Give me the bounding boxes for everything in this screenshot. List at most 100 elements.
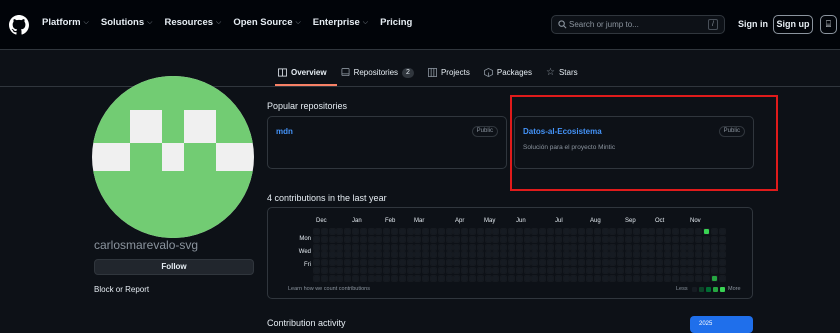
- contribution-day[interactable]: [492, 251, 500, 259]
- contribution-day[interactable]: [414, 251, 422, 259]
- contribution-day[interactable]: [617, 267, 625, 274]
- contribution-day[interactable]: [648, 228, 656, 235]
- contribution-day[interactable]: [336, 228, 344, 235]
- contribution-day[interactable]: [484, 267, 492, 274]
- contribution-day[interactable]: [461, 267, 469, 274]
- nav-pricing[interactable]: Pricing: [380, 17, 412, 28]
- contribution-day[interactable]: [476, 235, 484, 243]
- contribution-day[interactable]: [656, 228, 664, 235]
- contribution-day[interactable]: [414, 243, 422, 251]
- contribution-day[interactable]: [648, 259, 656, 267]
- contribution-day[interactable]: [344, 274, 352, 282]
- contribution-day[interactable]: [679, 267, 687, 274]
- contribution-day[interactable]: [515, 259, 523, 267]
- contribution-day[interactable]: [656, 274, 664, 282]
- contribution-day[interactable]: [640, 235, 648, 243]
- contribution-day[interactable]: [578, 267, 586, 274]
- contribution-day[interactable]: [554, 259, 562, 267]
- contribution-day[interactable]: [562, 259, 570, 267]
- contribution-day[interactable]: [703, 243, 710, 251]
- contribution-day[interactable]: [547, 235, 554, 243]
- contribution-day[interactable]: [710, 251, 718, 259]
- contribution-day[interactable]: [586, 259, 593, 267]
- contribution-day[interactable]: [578, 228, 586, 235]
- contribution-day[interactable]: [609, 228, 617, 235]
- contribution-day[interactable]: [461, 243, 469, 251]
- contribution-day[interactable]: [562, 228, 570, 235]
- contribution-day[interactable]: [344, 251, 352, 259]
- contribution-day[interactable]: [671, 235, 679, 243]
- contribution-day[interactable]: [570, 228, 578, 235]
- contribution-day[interactable]: [359, 274, 367, 282]
- contribution-day[interactable]: [547, 243, 554, 251]
- contribution-day[interactable]: [453, 251, 461, 259]
- contribution-day[interactable]: [554, 267, 562, 274]
- contribution-day[interactable]: [352, 228, 359, 235]
- contribution-day[interactable]: [320, 228, 328, 235]
- contribution-day[interactable]: [710, 235, 718, 243]
- follow-button[interactable]: Follow: [94, 259, 254, 275]
- contribution-day[interactable]: [609, 267, 617, 274]
- contribution-day[interactable]: [648, 251, 656, 259]
- contribution-day[interactable]: [609, 274, 617, 282]
- contribution-day[interactable]: [437, 267, 445, 274]
- contribution-day[interactable]: [367, 259, 375, 267]
- contribution-day[interactable]: [484, 274, 492, 282]
- contribution-day[interactable]: [515, 235, 523, 243]
- contribution-day[interactable]: [586, 228, 593, 235]
- contribution-day[interactable]: [523, 259, 531, 267]
- contribution-day[interactable]: [710, 267, 718, 274]
- contribution-day[interactable]: [500, 243, 508, 251]
- contribution-day[interactable]: [461, 259, 469, 267]
- contribution-day[interactable]: [484, 243, 492, 251]
- contribution-day[interactable]: [375, 243, 383, 251]
- contribution-day[interactable]: [578, 274, 586, 282]
- contribution-day[interactable]: [328, 243, 336, 251]
- contribution-day[interactable]: [430, 267, 437, 274]
- contribution-day[interactable]: [671, 243, 679, 251]
- contribution-day[interactable]: [328, 259, 336, 267]
- contribution-day[interactable]: [570, 259, 578, 267]
- contribution-day[interactable]: [515, 267, 523, 274]
- contribution-day[interactable]: [500, 235, 508, 243]
- contribution-day[interactable]: [648, 243, 656, 251]
- contribution-day[interactable]: [523, 267, 531, 274]
- contribution-day[interactable]: [367, 243, 375, 251]
- contribution-day[interactable]: [578, 251, 586, 259]
- contribution-day[interactable]: [632, 228, 640, 235]
- contribution-day[interactable]: [664, 228, 671, 235]
- contribution-day[interactable]: [640, 243, 648, 251]
- contribution-day[interactable]: [554, 243, 562, 251]
- contribution-day[interactable]: [617, 259, 625, 267]
- contribution-day[interactable]: [352, 274, 359, 282]
- contribution-day[interactable]: [359, 259, 367, 267]
- contribution-day[interactable]: [422, 251, 430, 259]
- contribution-day[interactable]: [383, 228, 391, 235]
- contribution-day[interactable]: [352, 251, 359, 259]
- contribution-day[interactable]: [625, 228, 632, 235]
- contribution-day[interactable]: [648, 267, 656, 274]
- contribution-day[interactable]: [710, 259, 718, 267]
- command-palette-icon[interactable]: ⌸: [820, 15, 837, 34]
- contribution-day[interactable]: [313, 274, 320, 282]
- contribution-day[interactable]: [687, 228, 695, 235]
- contribution-day[interactable]: [554, 274, 562, 282]
- contribution-day[interactable]: [445, 235, 453, 243]
- contribution-day[interactable]: [422, 267, 430, 274]
- contribution-day[interactable]: [414, 259, 422, 267]
- tab-packages[interactable]: Packages: [483, 66, 532, 79]
- avatar[interactable]: [92, 76, 254, 238]
- contribution-day[interactable]: [453, 267, 461, 274]
- contribution-day[interactable]: [445, 267, 453, 274]
- contribution-day[interactable]: [640, 274, 648, 282]
- contribution-day[interactable]: [703, 251, 710, 259]
- contribution-day[interactable]: [671, 251, 679, 259]
- nav-open-source[interactable]: Open Source ⌵: [233, 17, 300, 28]
- contribution-day[interactable]: [656, 251, 664, 259]
- contribution-day[interactable]: [601, 235, 609, 243]
- contribution-day[interactable]: [500, 251, 508, 259]
- contribution-day[interactable]: [375, 274, 383, 282]
- contribution-day[interactable]: [664, 243, 671, 251]
- contribution-day[interactable]: [586, 251, 593, 259]
- contribution-day[interactable]: [671, 259, 679, 267]
